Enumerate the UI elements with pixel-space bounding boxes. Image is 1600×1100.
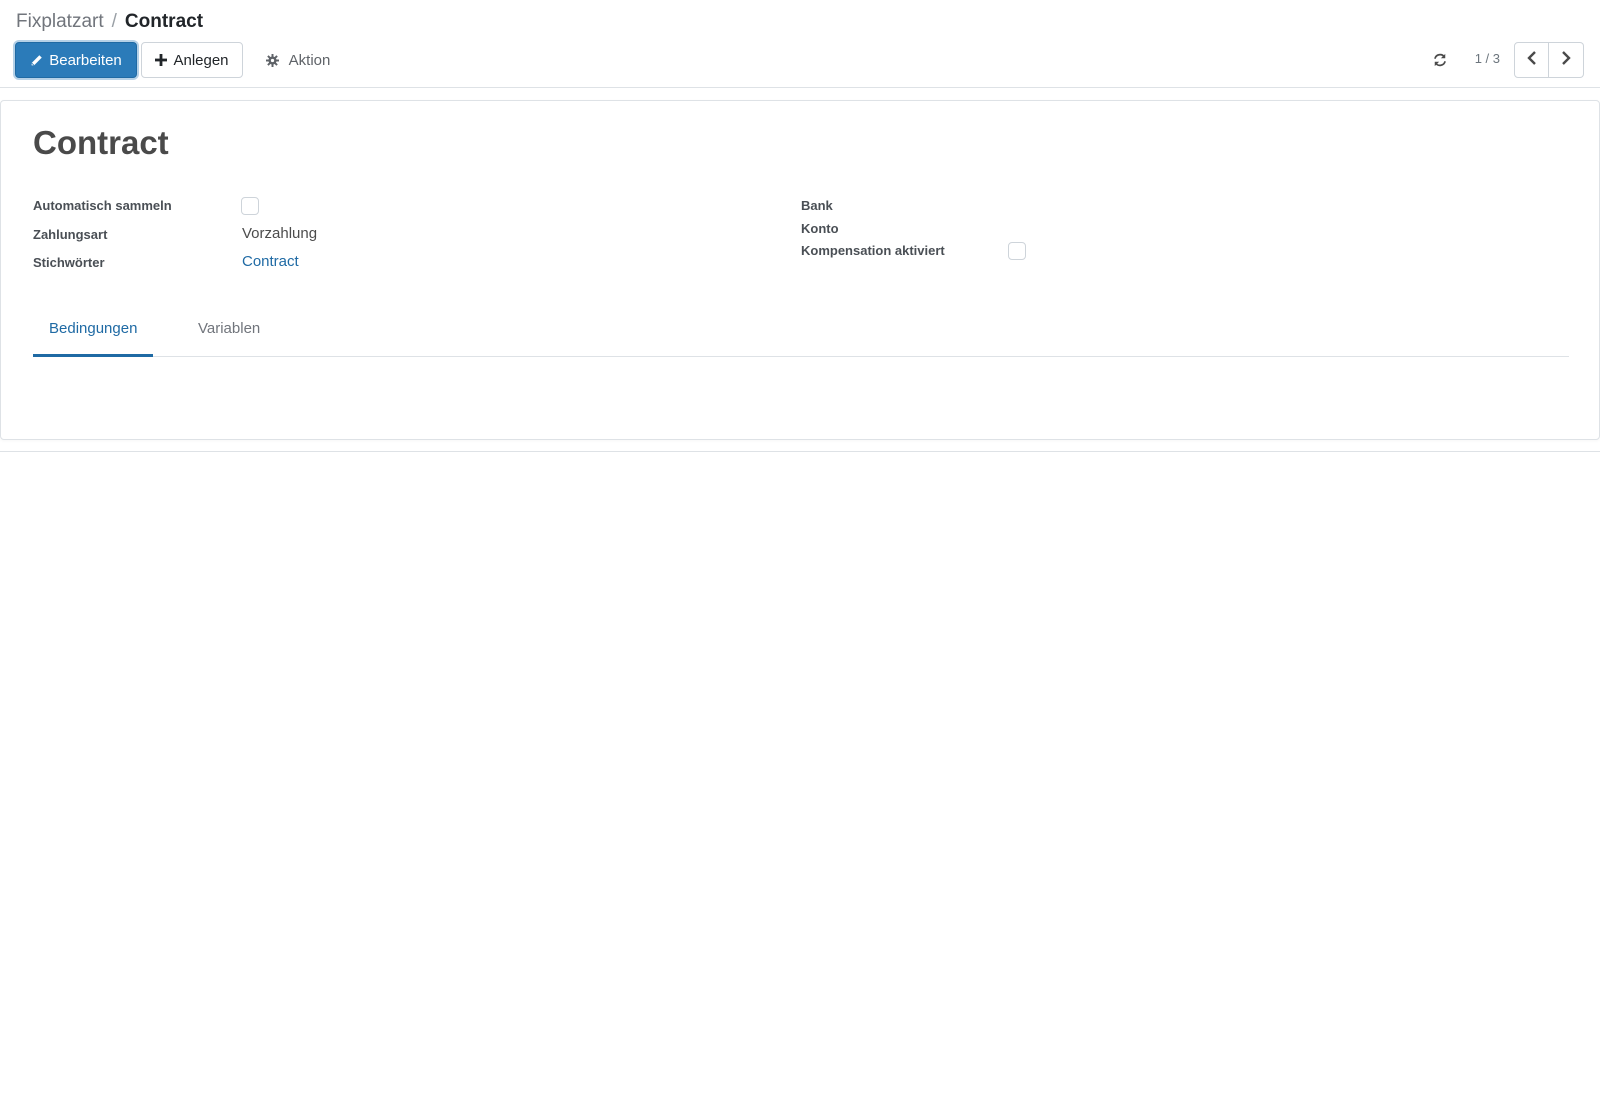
chevron-right-icon xyxy=(1560,50,1572,70)
breadcrumb-current: Contract xyxy=(124,11,204,32)
pager-previous-button[interactable] xyxy=(1514,42,1549,78)
edit-button[interactable]: Bearbeiten xyxy=(15,42,137,78)
create-button[interactable]: Anlegen xyxy=(141,42,243,78)
edit-button-label: Bearbeiten xyxy=(49,51,122,69)
payment-type-value: Vorzahlung xyxy=(242,225,318,242)
auto-collect-checkbox[interactable] xyxy=(241,197,259,215)
keywords-label: Stichwörter xyxy=(33,255,105,270)
auto-collect-label: Automatisch sammeln xyxy=(33,198,172,213)
breadcrumb-parent-link[interactable]: Fixplatzart xyxy=(16,11,104,32)
action-menu-label: Aktion xyxy=(288,51,331,69)
tab-conditions[interactable]: Bedingungen xyxy=(33,315,154,357)
tab-variables[interactable]: Variablen xyxy=(182,315,276,357)
record-title: Contract xyxy=(33,124,169,161)
compensation-label: Kompensation aktiviert xyxy=(801,243,945,258)
notebook-tabs: Bedingungen Variablen xyxy=(33,315,1569,357)
pager-value[interactable]: 1 / 3 xyxy=(1475,51,1500,66)
refresh-icon[interactable] xyxy=(1430,50,1450,70)
compensation-checkbox[interactable] xyxy=(1008,242,1026,260)
breadcrumb: Fixplatzart / Contract xyxy=(16,10,203,34)
pencil-icon xyxy=(30,54,43,67)
chevron-left-icon xyxy=(1526,50,1538,70)
breadcrumb-separator: / xyxy=(111,11,117,32)
control-panel: Fixplatzart / Contract Bearbeiten Anlegen xyxy=(0,0,1600,88)
gear-icon xyxy=(265,53,279,67)
sheet-bottom-divider xyxy=(0,451,1600,452)
account-label: Konto xyxy=(801,221,839,236)
form-sheet: Contract Automatisch sammeln Zahlungsart… xyxy=(0,100,1600,440)
bank-label: Bank xyxy=(801,198,833,213)
create-button-label: Anlegen xyxy=(173,51,229,69)
keywords-tag-link[interactable]: Contract xyxy=(242,253,299,270)
plus-icon xyxy=(155,54,168,66)
payment-type-label: Zahlungsart xyxy=(33,227,108,242)
action-menu-button[interactable]: Aktion xyxy=(256,42,340,78)
pager: 1 / 3 xyxy=(1384,42,1584,78)
pager-next-button[interactable] xyxy=(1549,42,1584,78)
